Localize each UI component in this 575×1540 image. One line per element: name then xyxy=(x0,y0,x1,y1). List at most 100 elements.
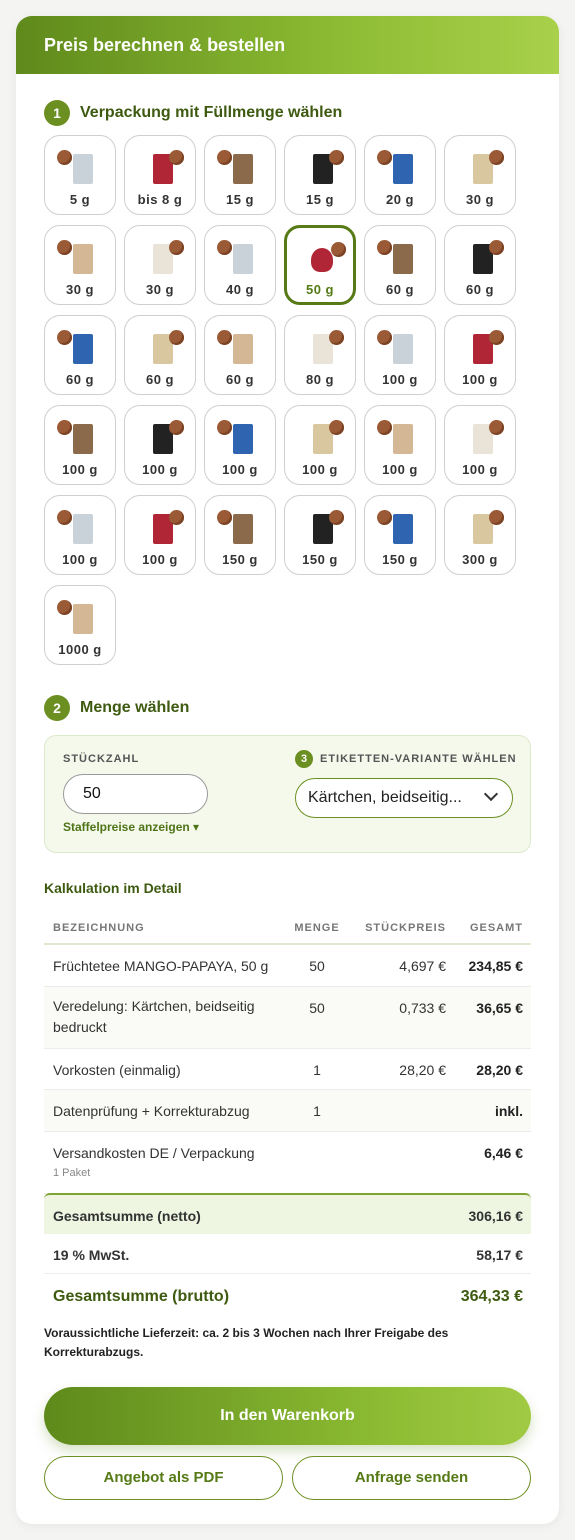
table-header-row: BEZEICHNUNG MENGE STÜCKPREIS GESAMT xyxy=(44,912,531,945)
packaging-image xyxy=(215,324,265,366)
packaging-option[interactable]: 100 g xyxy=(284,405,356,485)
row-name: Versandkosten DE / Verpackung xyxy=(53,1144,255,1161)
packaging-image xyxy=(215,504,265,546)
packaging-option[interactable]: 60 g xyxy=(44,315,116,395)
card-header: Preis berechnen & bestellen xyxy=(16,16,559,74)
row-total: 36,65 € xyxy=(446,986,531,1049)
packaging-image xyxy=(55,234,105,276)
packaging-option[interactable]: bis 8 g xyxy=(124,135,196,215)
row-total: 234,85 € xyxy=(446,944,531,987)
package-icon xyxy=(233,424,253,454)
cookie-icon xyxy=(217,420,232,435)
packaging-option[interactable]: 100 g xyxy=(444,315,516,395)
card-title: Preis berechnen & bestellen xyxy=(44,35,286,55)
packaging-fill-label: 60 g xyxy=(225,372,254,387)
net-total-row: Gesamtsumme (netto) 306,16 € xyxy=(44,1193,531,1234)
package-icon xyxy=(393,244,413,274)
packaging-option[interactable]: 150 g xyxy=(204,495,276,575)
cookie-icon xyxy=(331,242,346,257)
row-qty: 50 xyxy=(282,944,352,987)
packaging-option[interactable]: 100 g xyxy=(364,405,436,485)
row-qty xyxy=(282,1131,352,1194)
row-unit xyxy=(352,1131,446,1194)
packaging-image xyxy=(455,504,505,546)
packaging-option[interactable]: 100 g xyxy=(204,405,276,485)
packaging-image xyxy=(55,504,105,546)
add-to-cart-button[interactable]: In den Warenkorb xyxy=(44,1387,531,1445)
package-icon xyxy=(311,248,333,272)
package-icon xyxy=(73,334,93,364)
packaging-image xyxy=(215,234,265,276)
calculation-title: Kalkulation im Detail xyxy=(44,880,182,896)
packaging-option[interactable]: 15 g xyxy=(284,135,356,215)
table-row: Versandkosten DE / Verpackung 1 Paket 6,… xyxy=(44,1131,531,1194)
packaging-fill-label: 100 g xyxy=(462,462,498,477)
packaging-image xyxy=(215,144,265,186)
packaging-image xyxy=(375,414,425,456)
step-1-heading: 1 Verpackung mit Füllmenge wählen xyxy=(44,100,342,126)
gross-total-label: Gesamtsumme (brutto) xyxy=(53,1288,230,1305)
packaging-option[interactable]: 100 g xyxy=(364,315,436,395)
packaging-option[interactable]: 60 g xyxy=(364,225,436,305)
cookie-icon xyxy=(489,420,504,435)
table-row: Datenprüfung + Korrekturabzug 1 inkl. xyxy=(44,1089,531,1132)
packaging-option[interactable]: 80 g xyxy=(284,315,356,395)
packaging-image xyxy=(297,236,347,278)
packaging-option[interactable]: 300 g xyxy=(444,495,516,575)
packaging-option[interactable]: 30 g xyxy=(44,225,116,305)
packaging-option[interactable]: 60 g xyxy=(444,225,516,305)
packaging-option[interactable]: 100 g xyxy=(124,405,196,485)
packaging-option[interactable]: 100 g xyxy=(44,495,116,575)
quantity-input[interactable]: 50 xyxy=(63,774,208,814)
packaging-fill-label: 5 g xyxy=(69,192,91,207)
row-unit xyxy=(352,1089,446,1132)
packaging-option[interactable]: 60 g xyxy=(124,315,196,395)
cookie-icon xyxy=(169,240,184,255)
packaging-fill-label: 100 g xyxy=(222,462,258,477)
packaging-option[interactable]: 5 g xyxy=(44,135,116,215)
col-header-total: GESAMT xyxy=(446,912,531,945)
packaging-image xyxy=(135,504,185,546)
packaging-option[interactable]: 150 g xyxy=(284,495,356,575)
staffel-link[interactable]: Staffelpreise anzeigen ▾ xyxy=(63,820,199,834)
packaging-image xyxy=(455,414,505,456)
cookie-icon xyxy=(217,510,232,525)
step-title: Verpackung mit Füllmenge wählen xyxy=(80,104,343,121)
label-variant-select[interactable]: Kärtchen, beidseitig... xyxy=(295,778,513,818)
packaging-image xyxy=(295,414,345,456)
packaging-image xyxy=(455,144,505,186)
cookie-icon xyxy=(217,330,232,345)
send-request-button[interactable]: Anfrage senden xyxy=(292,1456,531,1500)
packaging-option[interactable]: 40 g xyxy=(204,225,276,305)
select-value: Kärtchen, beidseitig... xyxy=(308,789,462,806)
packaging-image xyxy=(55,414,105,456)
packaging-option[interactable]: 100 g xyxy=(124,495,196,575)
packaging-fill-label: 60 g xyxy=(145,372,174,387)
packaging-option[interactable]: 100 g xyxy=(44,405,116,485)
packaging-option[interactable]: 20 g xyxy=(364,135,436,215)
packaging-option[interactable]: 30 g xyxy=(124,225,196,305)
cookie-icon xyxy=(377,150,392,165)
packaging-option[interactable]: 50 g xyxy=(284,225,356,305)
order-card: Preis berechnen & bestellen 1 Verpackung… xyxy=(16,16,559,1524)
packaging-fill-label: 100 g xyxy=(302,462,338,477)
quote-pdf-button[interactable]: Angebot als PDF xyxy=(44,1456,283,1500)
packaging-option[interactable]: 100 g xyxy=(444,405,516,485)
packaging-fill-label: 30 g xyxy=(145,282,174,297)
packaging-image xyxy=(135,234,185,276)
packaging-option[interactable]: 30 g xyxy=(444,135,516,215)
packaging-option[interactable]: 1000 g xyxy=(44,585,116,665)
packaging-image xyxy=(135,144,185,186)
cookie-icon xyxy=(489,330,504,345)
packaging-option[interactable]: 60 g xyxy=(204,315,276,395)
row-name: Datenprüfung + Korrekturabzug xyxy=(44,1089,282,1132)
packaging-option[interactable]: 150 g xyxy=(364,495,436,575)
vat-value: 58,17 € xyxy=(476,1247,523,1263)
packaging-fill-label: bis 8 g xyxy=(137,192,183,207)
packaging-option[interactable]: 15 g xyxy=(204,135,276,215)
packaging-image xyxy=(135,414,185,456)
packaging-fill-label: 100 g xyxy=(382,462,418,477)
cookie-icon xyxy=(57,510,72,525)
packaging-fill-label: 60 g xyxy=(465,282,494,297)
packaging-image xyxy=(375,324,425,366)
